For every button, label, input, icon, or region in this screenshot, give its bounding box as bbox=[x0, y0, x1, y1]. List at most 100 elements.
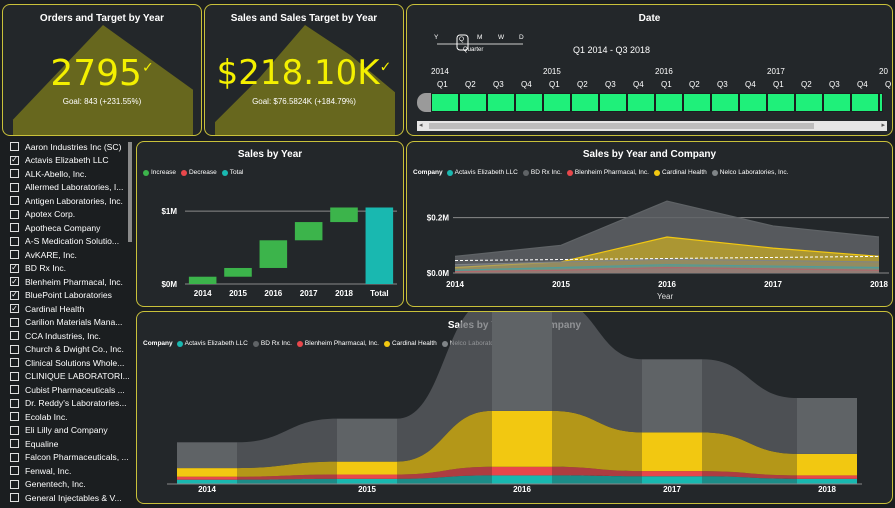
checkbox-icon[interactable] bbox=[10, 317, 19, 327]
slicer-item[interactable]: CLINIQUE LABORATORI... bbox=[10, 370, 130, 383]
slicer-item-label: CLINIQUE LABORATORI... bbox=[25, 371, 130, 381]
level-q[interactable]: Q bbox=[459, 36, 464, 43]
selected-level-label: Quarter bbox=[463, 47, 484, 53]
timeline-cell[interactable] bbox=[711, 93, 739, 112]
slicer-item[interactable]: Aaron Industries Inc (SC) bbox=[10, 140, 121, 153]
timeline-cell[interactable] bbox=[599, 93, 627, 112]
sales-by-year-company-ribbon[interactable]: Sales by Year and Company Company Actavi… bbox=[136, 311, 893, 504]
checkbox-icon[interactable] bbox=[10, 412, 19, 421]
slicer-item[interactable]: CCA Industries, Inc. bbox=[10, 329, 101, 342]
timeline-cell[interactable] bbox=[515, 93, 543, 112]
sales-by-year-waterfall[interactable]: Sales by Year Increase Decrease Total $1… bbox=[136, 141, 404, 307]
slicer-item[interactable]: AvKARE, Inc. bbox=[10, 248, 77, 261]
timeline-scrollbar[interactable]: ◂ ▸ bbox=[417, 121, 887, 131]
checkbox-icon[interactable] bbox=[10, 479, 19, 489]
checkbox-icon[interactable] bbox=[10, 182, 19, 192]
x-tick-label: 2014 bbox=[446, 280, 464, 289]
slicer-item[interactable]: ✓ Cardinal Health bbox=[10, 302, 84, 315]
timeline-cell[interactable] bbox=[795, 93, 823, 112]
slicer-item[interactable]: A-S Medication Solutio... bbox=[10, 235, 119, 248]
timeline-cell[interactable] bbox=[879, 93, 883, 112]
slicer-item[interactable]: Genentech, Inc. bbox=[10, 478, 86, 491]
slicer-item[interactable]: Falcon Pharmaceuticals, ... bbox=[10, 451, 129, 464]
checked-checkbox-icon[interactable]: ✓ bbox=[10, 155, 19, 165]
slicer-item[interactable]: Cubist Pharmaceuticals ... bbox=[10, 383, 125, 396]
slicer-item[interactable]: ✓ BluePoint Laboratories bbox=[10, 289, 112, 302]
slicer-item[interactable]: Dr. Reddy's Laboratories... bbox=[10, 397, 126, 410]
granularity-selector[interactable]: Y Q M W D Quarter bbox=[431, 33, 531, 55]
checkbox-icon[interactable] bbox=[10, 209, 19, 219]
checkbox-icon[interactable] bbox=[10, 425, 19, 435]
slicer-item[interactable]: ALK-Abello, Inc. bbox=[10, 167, 87, 180]
slicer-item[interactable]: Apotheca Company bbox=[10, 221, 100, 234]
slicer-item[interactable]: ✓ Blenheim Pharmacal, Inc. bbox=[10, 275, 123, 288]
slicer-item[interactable]: Clinical Solutions Whole... bbox=[10, 356, 124, 369]
checked-checkbox-icon[interactable]: ✓ bbox=[10, 304, 19, 313]
checkbox-icon[interactable] bbox=[10, 358, 19, 367]
slicer-item[interactable]: ✓ Actavis Elizabeth LLC bbox=[10, 154, 109, 167]
slicer-item-label: Blenheim Pharmacal, Inc. bbox=[25, 276, 123, 287]
checked-checkbox-icon[interactable]: ✓ bbox=[10, 290, 19, 300]
slicer-item-label: General Injectables & V... bbox=[25, 492, 122, 503]
timeline-cell[interactable] bbox=[851, 93, 879, 112]
checkbox-icon[interactable] bbox=[10, 439, 19, 448]
checkbox-icon[interactable] bbox=[10, 169, 19, 178]
timeline-cell[interactable] bbox=[767, 93, 795, 112]
date-timeline-slicer[interactable]: Date Y Q M W D Quarter Q1 2014 - Q3 2018… bbox=[406, 4, 893, 136]
checkbox-icon[interactable] bbox=[10, 385, 19, 394]
slicer-item[interactable]: Ecolab Inc. bbox=[10, 410, 68, 423]
timeline-cell[interactable] bbox=[627, 93, 655, 112]
slicer-item[interactable]: Equaline bbox=[10, 437, 58, 450]
timeline-cell[interactable] bbox=[459, 93, 487, 112]
checkbox-icon[interactable] bbox=[10, 398, 19, 408]
checkbox-icon[interactable] bbox=[10, 142, 19, 151]
checkbox-icon[interactable] bbox=[10, 223, 19, 232]
timeline-year-3: 2017 bbox=[767, 67, 785, 76]
slicer-item[interactable]: Eli Lilly and Company bbox=[10, 424, 108, 437]
timeline-cell[interactable] bbox=[543, 93, 571, 112]
checked-checkbox-icon[interactable]: ✓ bbox=[10, 263, 19, 273]
timeline-cell[interactable] bbox=[655, 93, 683, 112]
scrollbar-thumb[interactable] bbox=[429, 123, 814, 129]
level-d[interactable]: D bbox=[519, 34, 524, 41]
checkbox-icon[interactable] bbox=[10, 236, 19, 246]
timeline-cell[interactable] bbox=[823, 93, 851, 112]
checkbox-icon[interactable] bbox=[10, 493, 19, 502]
level-m[interactable]: M bbox=[477, 34, 482, 41]
x-tick-label: 2015 bbox=[552, 280, 570, 289]
checkbox-icon[interactable] bbox=[10, 250, 19, 259]
x-tick-label: 2014 bbox=[198, 485, 216, 494]
slicer-item[interactable]: Antigen Laboratories, Inc. bbox=[10, 194, 123, 207]
slicer-scrollbar[interactable] bbox=[128, 142, 132, 242]
sales-kpi-card[interactable]: Sales and Sales Target by Year $218.10K✓… bbox=[204, 4, 404, 136]
level-w[interactable]: W bbox=[498, 34, 504, 41]
orders-kpi-card[interactable]: Orders and Target by Year 2795✓ Goal: 84… bbox=[2, 4, 202, 136]
checked-checkbox-icon[interactable]: ✓ bbox=[10, 277, 19, 286]
slicer-item[interactable]: Allermed Laboratories, I... bbox=[10, 181, 123, 194]
checkbox-icon[interactable] bbox=[10, 196, 19, 205]
timeline-cell[interactable] bbox=[487, 93, 515, 112]
slicer-item[interactable]: Carilion Materials Mana... bbox=[10, 316, 122, 329]
slicer-item[interactable]: ✓ BD Rx Inc. bbox=[10, 262, 66, 275]
timeline-cell[interactable] bbox=[683, 93, 711, 112]
checkbox-icon[interactable] bbox=[10, 331, 19, 340]
timeline-cell[interactable] bbox=[571, 93, 599, 112]
checkbox-icon[interactable] bbox=[10, 466, 19, 475]
company-slicer[interactable]: Aaron Industries Inc (SC) ✓ Actavis Elizab… bbox=[0, 138, 134, 508]
timeline-bar[interactable] bbox=[407, 93, 892, 112]
level-y[interactable]: Y bbox=[434, 34, 438, 41]
checkbox-icon[interactable] bbox=[10, 452, 19, 462]
slicer-item[interactable]: Apotex Corp. bbox=[10, 208, 75, 221]
sales-by-year-company-line[interactable]: Sales by Year and Company Company Actavi… bbox=[406, 141, 893, 307]
checkbox-icon[interactable] bbox=[10, 371, 19, 381]
slicer-item[interactable]: Fenwal, Inc. bbox=[10, 464, 71, 477]
timeline-quarter-8: Q1 bbox=[661, 80, 672, 89]
scroll-right-icon[interactable]: ▸ bbox=[881, 121, 885, 129]
scroll-left-icon[interactable]: ◂ bbox=[419, 121, 423, 129]
checkbox-icon[interactable] bbox=[10, 344, 19, 354]
timeline-cell[interactable] bbox=[431, 93, 459, 112]
slicer-item[interactable]: General Injectables & V... bbox=[10, 491, 122, 504]
line-chart-xlabel: Year bbox=[657, 292, 674, 301]
timeline-cell[interactable] bbox=[739, 93, 767, 112]
slicer-item[interactable]: Church & Dwight Co., Inc. bbox=[10, 343, 124, 356]
